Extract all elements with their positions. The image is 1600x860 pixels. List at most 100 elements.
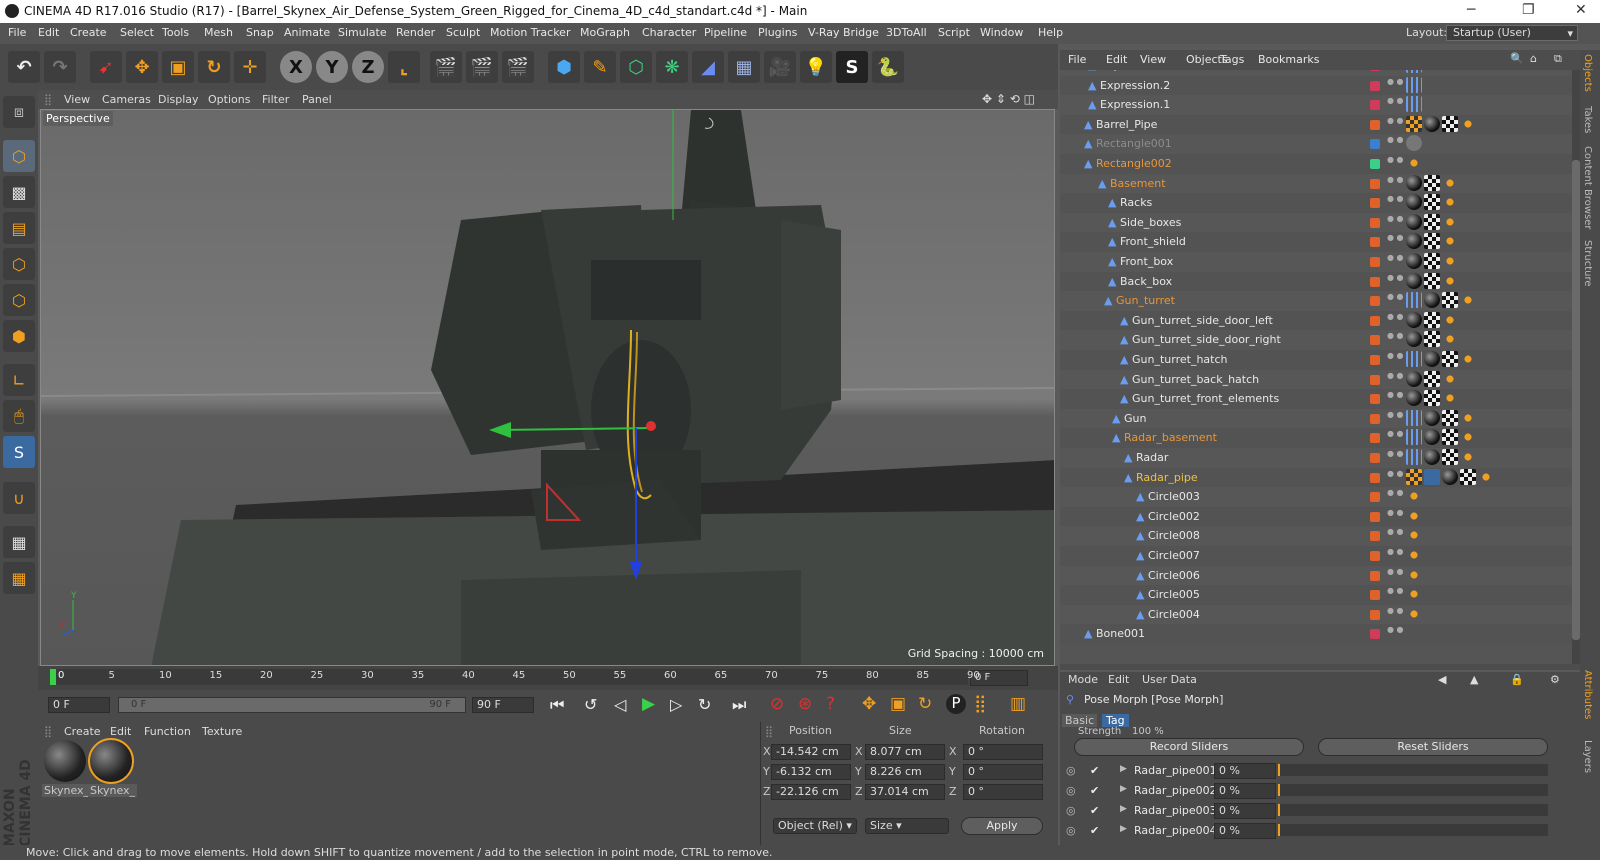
tab-takes[interactable]: Takes xyxy=(1582,106,1593,133)
search-icon[interactable]: 🔍 xyxy=(1510,52,1524,65)
check-tag-icon[interactable] xyxy=(1424,370,1440,387)
menu-v-ray-bridge[interactable]: V-Ray Bridge xyxy=(808,26,879,39)
object-row[interactable]: ▲ Racks ● ● xyxy=(1060,193,1572,214)
key-rotation-icon[interactable]: ↻ xyxy=(918,694,932,714)
size-y-field[interactable]: 8.226 cm xyxy=(865,764,945,780)
object-row[interactable]: ▲ Circle007 ● ● xyxy=(1060,546,1572,566)
menu-create[interactable]: Create xyxy=(70,26,107,39)
rotate-tool-icon[interactable]: ↻ xyxy=(198,51,230,83)
close-button[interactable]: ✕ xyxy=(1575,2,1587,18)
sphere-tag-icon[interactable] xyxy=(1406,253,1422,269)
layer-color-swatch[interactable] xyxy=(1370,433,1380,444)
timeline-window-icon[interactable]: ▥ xyxy=(1010,694,1026,714)
check-tag-icon[interactable] xyxy=(1424,174,1440,191)
sphere-tag-icon[interactable] xyxy=(1406,272,1422,289)
position-z-field[interactable]: -22.126 cm xyxy=(771,784,851,800)
menu-simulate[interactable]: Simulate xyxy=(338,26,387,39)
slider-track[interactable] xyxy=(1278,764,1548,776)
nav-back-icon[interactable]: ◀ xyxy=(1438,673,1446,686)
check-tag-icon[interactable] xyxy=(1424,253,1440,269)
blue-tag-icon[interactable] xyxy=(1406,76,1422,93)
visibility-dots[interactable]: ● ● xyxy=(1387,195,1404,203)
visibility-dots[interactable]: ● ● xyxy=(1387,567,1404,575)
sphere-tag-icon[interactable] xyxy=(1406,233,1422,250)
y-axis-icon[interactable]: Y xyxy=(316,51,348,83)
record-icon[interactable]: ⊘ xyxy=(770,694,784,714)
layer-color-swatch[interactable] xyxy=(1370,472,1380,483)
polygons-mode-icon[interactable]: ⬢ xyxy=(3,320,35,352)
layer-color-swatch[interactable] xyxy=(1370,315,1380,326)
perspective-viewport[interactable]: Z Y Perspective Grid Spacing : 10000 cm xyxy=(40,109,1055,666)
menu-sculpt[interactable]: Sculpt xyxy=(446,26,480,39)
object-row[interactable]: ▲ Front_shield ● ● xyxy=(1060,232,1572,253)
viewport-menu-options[interactable]: Options xyxy=(208,93,250,106)
dot-tag-icon[interactable] xyxy=(1406,488,1422,505)
planar-workplane-icon[interactable]: ▦ xyxy=(3,562,35,594)
visibility-dots[interactable]: ● ● xyxy=(1387,273,1404,281)
material-menu-edit[interactable]: Edit xyxy=(110,725,131,738)
object-menu-bookmarks[interactable]: Bookmarks xyxy=(1258,53,1319,66)
snapping-icon[interactable]: S xyxy=(3,436,35,468)
menu-edit[interactable]: Edit xyxy=(38,26,59,39)
sphere-tag-icon[interactable] xyxy=(1424,409,1440,426)
layer-color-swatch[interactable] xyxy=(1370,198,1380,209)
menu-motion-tracker[interactable]: Motion Tracker xyxy=(490,26,570,39)
dot-tag-icon[interactable] xyxy=(1460,351,1476,367)
check-tag-icon[interactable] xyxy=(1424,233,1440,250)
rotation-z-field[interactable]: 0 ° xyxy=(963,784,1043,800)
dot-tag-icon[interactable] xyxy=(1406,605,1422,622)
visibility-dots[interactable]: ● ● xyxy=(1387,391,1404,399)
goto-start-icon[interactable]: ⏮ xyxy=(550,695,564,715)
layer-color-swatch[interactable] xyxy=(1370,119,1380,130)
prev-frame-icon[interactable]: ◁ xyxy=(614,695,626,714)
visibility-dots[interactable]: ● ● xyxy=(1387,116,1404,124)
object-row[interactable]: ▲ Circle005 ● ● xyxy=(1060,585,1572,606)
object-row[interactable]: ▲ Gun_turret_front_elements ● ● xyxy=(1060,389,1572,410)
object-row[interactable]: ▲ Expression.1 ● ● xyxy=(1060,95,1572,116)
expand-icon[interactable]: ▶ xyxy=(1120,784,1127,794)
blue-tag-icon[interactable] xyxy=(1406,429,1422,446)
lock-workplane-icon[interactable]: ▦ xyxy=(3,526,35,558)
blue-tag-icon[interactable] xyxy=(1406,70,1422,73)
blue-tag-icon[interactable] xyxy=(1406,409,1422,426)
check-tag-icon[interactable] xyxy=(1424,390,1440,407)
check-tag-icon[interactable] xyxy=(1442,429,1458,446)
menu-snap[interactable]: Snap xyxy=(246,26,274,39)
layer-color-swatch[interactable] xyxy=(1370,453,1380,463)
object-row[interactable]: ▲ Back_box ● ● xyxy=(1060,271,1572,292)
menu-window[interactable]: Window xyxy=(980,26,1023,39)
viewport-menu-filter[interactable]: Filter xyxy=(262,93,289,106)
sphere-tag-icon[interactable] xyxy=(1424,449,1440,465)
position-x-field[interactable]: -14.542 cm xyxy=(771,744,851,760)
visibility-dots[interactable]: ● ● xyxy=(1387,332,1404,340)
light-icon[interactable]: 💡 xyxy=(800,51,832,83)
attribute-menu-user-data[interactable]: User Data xyxy=(1142,673,1197,686)
layer-color-swatch[interactable] xyxy=(1370,492,1380,503)
next-key-icon[interactable]: ↻ xyxy=(698,695,711,714)
slider-value-field[interactable]: 0 % xyxy=(1214,763,1276,779)
key-scale-icon[interactable]: ▣ xyxy=(890,694,906,714)
object-menu-file[interactable]: File xyxy=(1068,53,1086,66)
sphere-tag-icon[interactable] xyxy=(1442,468,1458,485)
viewport-nav-icons[interactable]: ✥ ⇕ ⟲ ◫ xyxy=(982,92,1035,106)
check-tag-icon[interactable] xyxy=(1424,272,1440,289)
layer-color-swatch[interactable] xyxy=(1370,531,1380,542)
layer-color-swatch[interactable] xyxy=(1370,374,1380,385)
check-tag-icon[interactable] xyxy=(1424,213,1440,230)
sphere-tag-icon[interactable] xyxy=(1424,115,1440,132)
dot-tag-icon[interactable] xyxy=(1406,566,1422,583)
object-row[interactable]: ▲ Gun_turret_side_door_left ● ● xyxy=(1060,310,1572,331)
material-menu-texture[interactable]: Texture xyxy=(202,725,242,738)
layer-color-swatch[interactable] xyxy=(1370,80,1380,91)
material-menu-function[interactable]: Function xyxy=(144,725,191,738)
object-row[interactable]: ▲ Gun_turret ● ● xyxy=(1060,291,1572,312)
slider-value-field[interactable]: 0 % xyxy=(1214,823,1276,839)
rotation-x-field[interactable]: 0 ° xyxy=(963,744,1043,760)
render-view-icon[interactable]: 🎬 xyxy=(430,51,462,83)
menu-script[interactable]: Script xyxy=(938,26,970,39)
range-slider[interactable]: 0 F 90 F xyxy=(118,697,466,713)
visibility-dots[interactable]: ● ● xyxy=(1387,430,1404,438)
coordinate-system-icon[interactable]: ⌞ xyxy=(388,51,420,83)
menu-tools[interactable]: Tools xyxy=(162,26,189,39)
dot-tag-icon[interactable] xyxy=(1442,390,1458,407)
